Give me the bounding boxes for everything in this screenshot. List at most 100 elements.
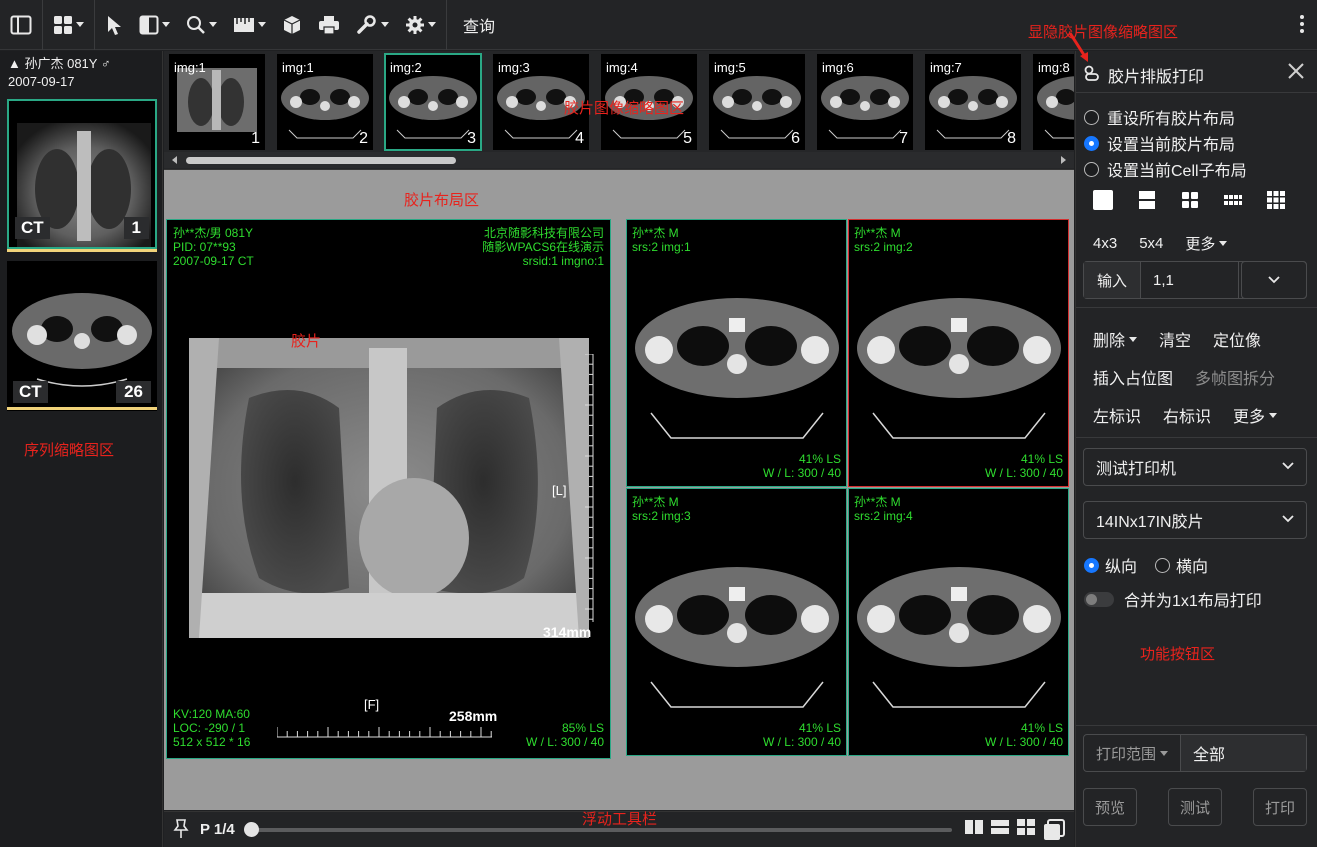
copy-pages-icon[interactable] xyxy=(1042,818,1066,842)
film-layout-switcher xyxy=(964,818,1066,842)
zoom-button[interactable] xyxy=(178,0,225,50)
merge-toggle-row: 合并为1x1布局打印 xyxy=(1084,587,1262,611)
delete-label: 删除 xyxy=(1093,333,1126,350)
toolbar-divider xyxy=(42,0,43,50)
layout-more-button[interactable]: 更多 xyxy=(1185,233,1228,254)
cell-overlay-window: W / L: 300 / 40 xyxy=(984,735,1063,749)
merge-label: 合并为1x1布局打印 xyxy=(1124,593,1262,610)
layout-2x2-icon[interactable] xyxy=(1180,190,1200,210)
layout-2x2-icon[interactable] xyxy=(1016,818,1036,836)
delete-button[interactable]: 删除 xyxy=(1093,327,1138,351)
print-range-dropdown[interactable]: 打印范围 xyxy=(1084,735,1181,771)
scrollbar-thumb[interactable] xyxy=(186,157,456,164)
film-size-select[interactable]: 14INx17IN胶片 xyxy=(1083,501,1307,539)
film-left[interactable]: 孙**杰/男 081Y PID: 07**93 2007-09-17 CT 北京… xyxy=(166,219,611,759)
layout-4x3-button[interactable]: 4x3 xyxy=(1093,235,1117,252)
thumbnail-scrollbar[interactable] xyxy=(164,152,1074,168)
query-button[interactable]: 查询 xyxy=(449,13,509,37)
tools-button[interactable] xyxy=(348,0,397,50)
radio-circle-checked[interactable] xyxy=(1084,135,1099,151)
preview-button[interactable]: 预览 xyxy=(1083,788,1137,826)
pointer-icon xyxy=(108,15,121,35)
divider xyxy=(1076,437,1317,438)
radio-landscape[interactable] xyxy=(1155,557,1171,573)
right-marker-button[interactable]: 右标识 xyxy=(1163,403,1211,427)
measure-button[interactable] xyxy=(225,0,274,50)
layout-dropdown[interactable] xyxy=(1241,261,1307,299)
scroll-left-icon[interactable] xyxy=(172,156,177,164)
series-thumbnail[interactable]: CT 1 xyxy=(7,99,157,249)
cell-overlay-zoom: 41% LS xyxy=(1020,452,1063,466)
toggle-thumbnail-icon[interactable] xyxy=(1084,65,1100,81)
sidebar-toggle-button[interactable] xyxy=(0,0,40,50)
layout-1x2-icon[interactable] xyxy=(964,818,984,836)
radio-label: 重设所有胶片布局 xyxy=(1107,111,1236,128)
layout-2x1-icon[interactable] xyxy=(1137,189,1157,211)
radio-portrait[interactable] xyxy=(1084,557,1099,573)
chevron-down-icon xyxy=(76,22,84,27)
pointer-button[interactable] xyxy=(97,0,131,50)
cell-overlay-series: srs:2 img:1 xyxy=(632,240,691,254)
film-thumbnail[interactable]: img:1 1 xyxy=(169,54,265,150)
layout-2x1-icon[interactable] xyxy=(990,818,1010,836)
film-thumbnail[interactable]: img:7 8 xyxy=(925,54,1021,150)
film-cell[interactable]: 孙**杰 Msrs:2 img:4 41% LS W / L: 300 / 40 xyxy=(848,488,1069,756)
radio-circle[interactable] xyxy=(1084,109,1099,125)
layout-3x3-icon[interactable] xyxy=(1266,190,1286,210)
printer-select[interactable]: 测试打印机 xyxy=(1083,448,1307,486)
film-thumbnail[interactable]: img:1 2 xyxy=(277,54,373,150)
landscape-label: 横向 xyxy=(1176,559,1209,576)
test-print-button[interactable]: 测试 xyxy=(1168,788,1222,826)
cell-overlay-series: srs:2 img:4 xyxy=(854,509,913,523)
layout-input[interactable]: 1,1 xyxy=(1141,262,1239,298)
split-multiframe-button[interactable]: 多帧图拆分 xyxy=(1195,365,1275,389)
radio-reset-all[interactable]: 重设所有胶片布局 xyxy=(1084,105,1235,129)
radio-set-current-film[interactable]: 设置当前胶片布局 xyxy=(1084,131,1235,155)
film-size-value: 14INx17IN胶片 xyxy=(1096,514,1204,531)
annotation-thumbnail-area: 胶片图像缩略图区 xyxy=(564,100,685,117)
left-marker-button[interactable]: 左标识 xyxy=(1093,403,1141,427)
radio-circle[interactable] xyxy=(1084,161,1099,177)
layout-grid-button[interactable] xyxy=(45,0,92,50)
scroll-right-icon[interactable] xyxy=(1061,156,1066,164)
settings-button[interactable] xyxy=(397,0,444,50)
radio-label: 设置当前Cell子布局 xyxy=(1107,163,1247,180)
pin-button[interactable] xyxy=(172,818,190,845)
film-cell[interactable]: 孙**杰 Msrs:2 img:3 41% LS W / L: 300 / 40 xyxy=(626,488,847,756)
chevron-down-icon xyxy=(1282,462,1294,470)
clear-button[interactable]: 清空 xyxy=(1159,327,1191,351)
print-button[interactable] xyxy=(310,0,348,50)
window-level-button[interactable] xyxy=(131,0,178,50)
cell-overlay-series: srs:2 img:2 xyxy=(854,240,913,254)
thumbnail-number: 2 xyxy=(359,130,368,147)
film-overlay-loc: LOC: -290 / 1 xyxy=(173,721,246,735)
locate-image-button[interactable]: 定位像 xyxy=(1213,327,1261,351)
more-vertical-button[interactable] xyxy=(1299,14,1305,39)
layout-1x1-icon[interactable] xyxy=(1092,189,1114,211)
insert-placeholder-button[interactable]: 插入占位图 xyxy=(1093,365,1173,389)
thumbnail-number: 4 xyxy=(575,130,584,147)
patient-info[interactable]: ▲ 孙广杰 081Y ♂ xyxy=(0,51,162,73)
layout-4x2-icon[interactable] xyxy=(1223,190,1243,210)
more-actions-button[interactable]: 更多 xyxy=(1233,403,1278,427)
series-thumbnail[interactable]: CT 26 xyxy=(7,261,157,411)
film-thumbnail[interactable]: img:5 6 xyxy=(709,54,805,150)
close-button[interactable] xyxy=(1286,61,1306,86)
chevron-down-icon xyxy=(428,22,436,27)
merge-toggle[interactable] xyxy=(1084,591,1114,607)
film-cell[interactable]: 孙**杰 Msrs:2 img:2 41% LS W / L: 300 / 40 xyxy=(848,219,1069,487)
thumbnail-number: 1 xyxy=(251,130,260,147)
layout-5x4-button[interactable]: 5x4 xyxy=(1139,235,1163,252)
zoom-icon xyxy=(187,15,205,34)
radio-set-cell[interactable]: 设置当前Cell子布局 xyxy=(1084,157,1247,181)
print-range-value[interactable]: 全部 xyxy=(1181,735,1306,771)
floating-toolbar: P 1/4 浮动工具栏 xyxy=(164,811,1074,847)
page-slider-knob[interactable] xyxy=(244,822,259,837)
film-thumbnail[interactable]: img:6 7 xyxy=(817,54,913,150)
chevron-down-icon xyxy=(209,22,217,27)
cell-overlay-zoom: 41% LS xyxy=(798,452,841,466)
3d-button[interactable] xyxy=(274,0,310,50)
film-cell[interactable]: 孙**杰 Msrs:2 img:1 41% LS W / L: 300 / 40 xyxy=(626,219,847,487)
film-thumbnail[interactable]: img:2 3 xyxy=(384,53,482,151)
print-button[interactable]: 打印 xyxy=(1253,788,1307,826)
